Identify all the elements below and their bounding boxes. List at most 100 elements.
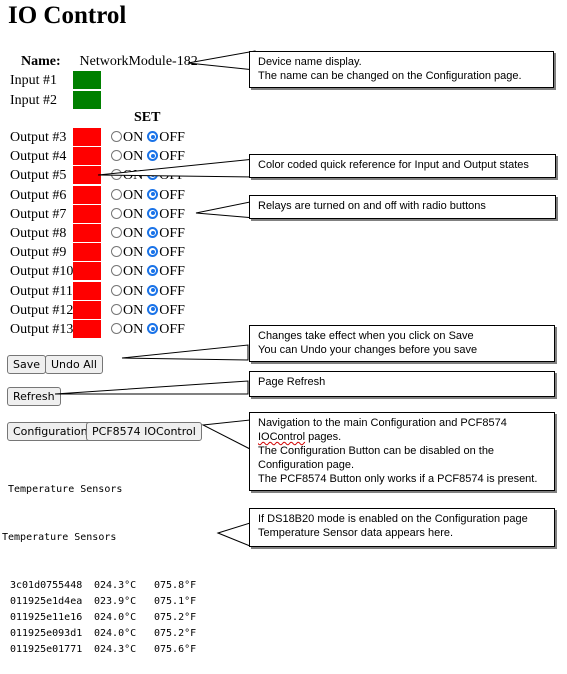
radio-on-label[interactable]: ON [123, 284, 143, 299]
output-radio-group: ON OFF [111, 128, 189, 147]
radio-off[interactable] [147, 246, 159, 258]
radio-off-label[interactable]: OFF [159, 188, 185, 203]
output-state-indicator [73, 300, 101, 319]
radio-off[interactable] [147, 303, 159, 315]
radio-on[interactable] [111, 246, 122, 258]
leader-relays [195, 200, 256, 219]
output-radio-group: ON OFF [111, 166, 189, 185]
input-state-indicator [73, 91, 101, 109]
radio-on[interactable] [111, 169, 122, 181]
output-state-indicator [73, 243, 101, 262]
radio-off-label[interactable]: OFF [159, 284, 185, 299]
radio-on[interactable] [111, 265, 122, 277]
radio-off-label[interactable]: OFF [159, 168, 185, 183]
radio-off[interactable] [147, 323, 159, 334]
temperature-subtitle: Temperature Sensors [2, 532, 117, 543]
radio-on-label[interactable]: ON [123, 322, 143, 337]
save-button[interactable]: Save [7, 355, 47, 374]
sensor-celsius: 024.3°C [94, 644, 137, 655]
leader-device-name [187, 50, 256, 71]
temperature-row: 011925e1d4ea 023.9°C 075.1°F [2, 594, 196, 610]
sensor-id: 011925e01771 [10, 644, 83, 655]
output-state-indicator [73, 281, 101, 300]
radio-on-label[interactable]: ON [123, 130, 143, 145]
refresh-button[interactable]: Refresh [7, 387, 61, 406]
radio-off-label[interactable]: OFF [159, 245, 185, 260]
temperature-row: 011925e093d1 024.0°C 075.2°F [2, 626, 196, 642]
sensor-id: 3c01d0755448 [10, 580, 83, 591]
pcf8574-iocontrol-button[interactable]: PCF8574 IOControl [86, 422, 202, 441]
radio-off-label[interactable]: OFF [159, 226, 185, 241]
callout-device-name: Device name display. The name can be cha… [249, 51, 554, 88]
output-state-indicator [73, 204, 101, 223]
callout-color-coded: Color coded quick reference for Input an… [249, 154, 556, 178]
radio-off[interactable] [147, 131, 159, 142]
leader-save-undo [121, 344, 249, 361]
radio-off[interactable] [147, 207, 159, 219]
radio-on[interactable] [111, 284, 122, 296]
radio-on-label[interactable]: ON [123, 264, 143, 279]
output-state-indicator [73, 262, 101, 281]
radio-on[interactable] [111, 227, 122, 238]
radio-on[interactable] [111, 150, 122, 162]
radio-off[interactable] [147, 169, 159, 181]
radio-on-label[interactable]: ON [123, 226, 143, 241]
radio-on-label[interactable]: ON [123, 149, 143, 164]
output-label: Output #7 [10, 206, 67, 222]
output-row: Output #11 ON OFF [10, 281, 185, 301]
radio-on[interactable] [111, 207, 122, 219]
output-label: Output #4 [10, 149, 67, 165]
output-row: Output #12 ON OFF [10, 300, 185, 320]
output-radio-group: ON OFF [111, 320, 189, 339]
input-label: Input #2 [10, 93, 58, 108]
temperature-title: Temperature Sensors [8, 484, 123, 495]
output-state-indicator [73, 320, 101, 338]
radio-off-label[interactable]: OFF [159, 207, 185, 222]
output-state-indicator [73, 185, 101, 204]
radio-on-label[interactable]: ON [123, 188, 143, 203]
radio-off-label[interactable]: OFF [159, 149, 185, 164]
output-label: Output #8 [10, 226, 67, 241]
radio-off-label[interactable]: OFF [159, 322, 185, 337]
output-label: Output #9 [10, 245, 67, 261]
output-label: Output #6 [10, 187, 67, 203]
radio-off[interactable] [147, 227, 159, 238]
temperature-row: 3c01d0755448 024.3°C 075.8°F [2, 578, 196, 594]
radio-off[interactable] [147, 284, 159, 296]
output-row: Output #9 ON OFF [10, 243, 185, 262]
sensor-celsius: 024.3°C [94, 580, 137, 591]
callout-relays: Relays are turned on and off with radio … [249, 195, 556, 219]
output-row: Output #3 ON OFF [10, 128, 185, 147]
callout-save-undo: Changes take effect when you click on Sa… [249, 325, 555, 362]
radio-off[interactable] [147, 265, 159, 277]
output-label: Output #11 [10, 283, 73, 299]
output-state-indicator [73, 128, 101, 146]
radio-off-label[interactable]: OFF [159, 130, 185, 145]
leader-ds18b20 [216, 522, 251, 547]
output-state-indicator [73, 224, 101, 242]
undo-all-button[interactable]: Undo All [45, 355, 103, 374]
radio-on[interactable] [111, 188, 122, 200]
output-row: Output #7 ON OFF [10, 204, 185, 224]
radio-off[interactable] [147, 188, 159, 200]
leader-navigation [201, 419, 251, 450]
leader-refresh [54, 380, 249, 395]
radio-on-label[interactable]: ON [123, 245, 143, 260]
radio-on-label[interactable]: ON [123, 303, 143, 318]
output-radio-group: ON OFF [111, 205, 189, 224]
radio-off-label[interactable]: OFF [159, 264, 185, 279]
radio-on[interactable] [111, 323, 122, 334]
set-column-header: SET [134, 110, 161, 125]
device-name-value: NetworkModule-182 [79, 54, 198, 69]
name-label: Name: [21, 54, 61, 69]
configuration-button[interactable]: Configuration [7, 422, 94, 441]
radio-off[interactable] [147, 150, 159, 162]
radio-on-label[interactable]: ON [123, 207, 143, 222]
sensor-celsius: 024.0°C [94, 612, 137, 623]
radio-on[interactable] [111, 131, 122, 142]
radio-off-label[interactable]: OFF [159, 303, 185, 318]
radio-on-label[interactable]: ON [123, 168, 143, 183]
output-row: Output #8 ON OFF [10, 224, 185, 243]
temperature-sensors: Temperature Sensors Temperature Sensors … [2, 450, 196, 674]
radio-on[interactable] [111, 303, 122, 315]
